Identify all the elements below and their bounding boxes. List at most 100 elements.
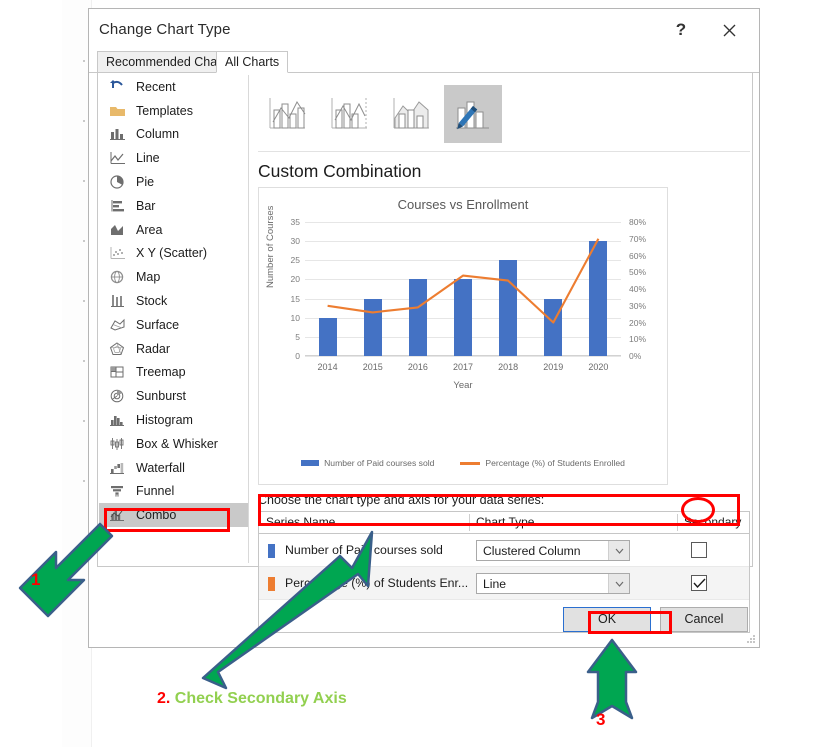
- secondary-axis-checkbox-bars[interactable]: [691, 542, 707, 558]
- resize-grip[interactable]: [747, 635, 756, 644]
- close-icon[interactable]: [708, 15, 750, 45]
- chart-secondary-y-tick-label: 60%: [629, 250, 647, 261]
- chart-options-panel: Custom Combination Courses vs Enrollment…: [250, 73, 752, 633]
- sidebar-item-label: Box & Whisker: [136, 436, 218, 451]
- legend-label: Number of Paid courses sold: [324, 458, 435, 468]
- sidebar-item-pie[interactable]: Pie: [99, 170, 248, 194]
- sidebar-item-label: Pie: [136, 175, 155, 190]
- chart-secondary-y-tick-label: 10%: [629, 334, 647, 345]
- sidebar-item-label: Column: [136, 127, 180, 142]
- surface-chart-icon: [108, 316, 127, 333]
- chart-y-tick-label: 35: [290, 217, 300, 227]
- sidebar-item-xy-scatter[interactable]: X Y (Scatter): [99, 242, 248, 266]
- sidebar-item-histogram[interactable]: Histogram: [99, 408, 248, 432]
- header-secondary-axis: Secondary Axis: [684, 515, 742, 550]
- treemap-chart-icon: [108, 364, 127, 381]
- chart-plot-area: [305, 222, 621, 357]
- area-chart-icon: [108, 221, 127, 238]
- chart-secondary-y-tick-label: 80%: [629, 217, 647, 227]
- chart-x-tick-label: 2017: [452, 362, 474, 372]
- annotation-step-2-number: 2.: [157, 690, 171, 707]
- chart-line-series: [327, 238, 600, 324]
- dialog-title: Change Chart Type: [99, 21, 231, 38]
- legend-item-line: Percentage (%) of Students Enrolled: [460, 458, 625, 468]
- annotation-step-2: 2. Check Secondary Axis: [157, 690, 347, 708]
- help-glyph: ?: [675, 20, 687, 39]
- sidebar-item-sunburst[interactable]: Sunburst: [99, 384, 248, 408]
- chart-legend: Number of Paid courses sold Percentage (…: [259, 458, 667, 468]
- series-name-label: Number of Paid courses sold: [285, 543, 443, 557]
- chart-y-tick-label: 0: [295, 351, 300, 361]
- legend-swatch-line: [460, 461, 481, 465]
- sidebar-item-waterfall[interactable]: Waterfall: [99, 456, 248, 480]
- histogram-chart-icon: [108, 412, 127, 429]
- chart-x-tick-label: 2019: [543, 362, 564, 372]
- tab-all-charts[interactable]: All Charts: [216, 51, 289, 73]
- chevron-down-icon[interactable]: [608, 541, 629, 560]
- chart-type-dropdown-line[interactable]: Line: [476, 573, 630, 594]
- sidebar-item-combo[interactable]: Combo: [99, 503, 248, 528]
- annotation-step-1-number: 1: [31, 570, 41, 589]
- annotation-step-2-text: Check Secondary Axis: [174, 690, 347, 707]
- chart-secondary-y-tick-label: 20%: [629, 317, 647, 328]
- sidebar-item-label: Map: [136, 270, 161, 285]
- ok-button[interactable]: OK: [563, 607, 651, 632]
- sidebar-item-label: Recent: [136, 79, 176, 94]
- table-row[interactable]: Number of Paid courses sold Clustered Co…: [259, 534, 749, 567]
- cancel-button[interactable]: Cancel: [660, 607, 748, 632]
- header-series-name: Series Name: [266, 515, 336, 529]
- chart-y-tick-label: 15: [290, 293, 300, 304]
- thumbnail-stacked-area-clustered-column[interactable]: [382, 85, 440, 143]
- sidebar-item-label: Bar: [136, 198, 156, 213]
- sidebar-item-treemap[interactable]: Treemap: [99, 361, 248, 385]
- bar-chart-icon: [108, 197, 127, 214]
- sidebar-item-recent[interactable]: Recent: [99, 75, 248, 99]
- combo-chart-icon: [108, 507, 127, 524]
- thumbnail-clustered-column-line[interactable]: [258, 85, 316, 143]
- dialog-content: Recent Templates Column Line Pie Bar Are…: [97, 73, 753, 633]
- map-chart-icon: [108, 269, 127, 286]
- change-chart-type-dialog: Change Chart Type ? Recommended Charts A…: [88, 8, 760, 648]
- chart-y-tick-label: 25: [290, 255, 300, 266]
- chart-gridline: [305, 356, 621, 357]
- sidebar-item-area[interactable]: Area: [99, 218, 248, 242]
- stock-chart-icon: [108, 293, 127, 310]
- chart-x-tick-label: 2020: [588, 362, 609, 372]
- sidebar-item-stock[interactable]: Stock: [99, 289, 248, 313]
- chart-y-axis-title: Number of Courses: [265, 205, 276, 288]
- chart-type-list: Recent Templates Column Line Pie Bar Are…: [99, 75, 249, 563]
- recent-icon: [108, 78, 127, 95]
- chart-y-tick-label: 5: [295, 331, 300, 342]
- chart-secondary-y-tick-label: 50%: [629, 267, 647, 278]
- header-chart-type: Chart Type: [476, 515, 535, 529]
- help-icon[interactable]: ?: [660, 15, 702, 45]
- sidebar-item-radar[interactable]: Radar: [99, 337, 248, 361]
- chevron-down-icon[interactable]: [608, 574, 629, 593]
- sidebar-item-label: Line: [136, 151, 160, 166]
- chart-y-tick-label: 10: [290, 312, 300, 323]
- chart-type-dropdown-bars[interactable]: Clustered Column: [476, 540, 630, 561]
- thumbnail-clustered-column-line-secondary-axis[interactable]: [320, 85, 378, 143]
- combination-heading: Custom Combination: [258, 161, 422, 181]
- sidebar-item-funnel[interactable]: Funnel: [99, 480, 248, 504]
- sidebar-item-box-whisker[interactable]: Box & Whisker: [99, 432, 248, 456]
- chart-x-tick-label: 2014: [317, 362, 338, 372]
- background-ruler-dots: [83, 60, 85, 580]
- sidebar-item-surface[interactable]: Surface: [99, 313, 248, 337]
- chart-x-tick-label: 2018: [498, 362, 519, 372]
- secondary-axis-checkbox-line[interactable]: [691, 575, 707, 591]
- sidebar-item-label: Radar: [136, 341, 171, 356]
- chart-x-tick-label: 2016: [407, 362, 428, 372]
- line-chart-icon: [108, 150, 127, 167]
- sidebar-item-line[interactable]: Line: [99, 146, 248, 170]
- sidebar-item-column[interactable]: Column: [99, 123, 248, 147]
- panel-divider: [258, 151, 750, 152]
- sidebar-item-bar[interactable]: Bar: [99, 194, 248, 218]
- sidebar-item-templates[interactable]: Templates: [99, 99, 248, 123]
- thumbnail-custom-combination[interactable]: [444, 85, 502, 143]
- arrow-step-3: [586, 638, 638, 720]
- sidebar-item-label: Area: [136, 222, 163, 237]
- table-row[interactable]: Percentage (%) of Students Enr... Line: [259, 567, 749, 600]
- legend-label: Percentage (%) of Students Enrolled: [485, 458, 625, 468]
- sidebar-item-map[interactable]: Map: [99, 265, 248, 289]
